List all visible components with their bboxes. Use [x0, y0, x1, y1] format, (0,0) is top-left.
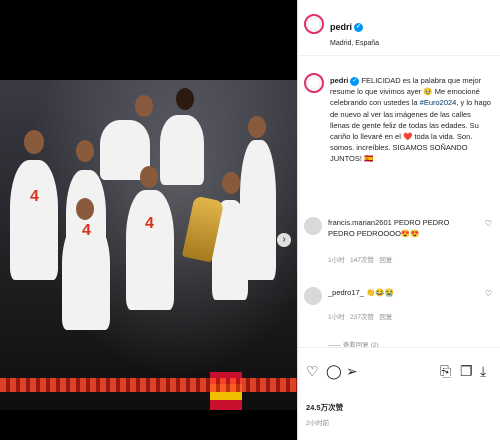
- player-head: [135, 95, 153, 117]
- author-username-text[interactable]: pedri: [330, 22, 352, 32]
- verified-icon: ✓: [350, 76, 360, 86]
- author-avatar[interactable]: [304, 14, 324, 34]
- player-head: [76, 198, 94, 220]
- player-head: [222, 172, 240, 194]
- player-figure: [10, 160, 58, 280]
- comment-likes[interactable]: 147次赞: [350, 257, 374, 264]
- share-icon[interactable]: ➢: [346, 364, 358, 378]
- bookmark-icon[interactable]: ⎘: [440, 364, 451, 378]
- hashtag-link[interactable]: #Euro2024: [420, 98, 457, 107]
- reply-button[interactable]: 回复: [379, 314, 392, 321]
- post-location[interactable]: Madrid, España: [330, 40, 379, 47]
- comment-meta: 1小时 237次赞 回复: [328, 311, 392, 321]
- comment-like-icon[interactable]: ♡: [485, 289, 492, 298]
- comment-time: 1小时: [328, 314, 345, 321]
- comment-meta: 1小时 147次赞 回复: [328, 254, 392, 264]
- view-replies-link[interactable]: —— 查看回复 (2): [328, 339, 379, 347]
- like-icon[interactable]: ♡: [306, 364, 319, 378]
- post-image[interactable]: 4 4 4 ›: [0, 80, 297, 410]
- player-figure: [126, 190, 174, 310]
- comment-likes[interactable]: 237次赞: [350, 314, 374, 321]
- player-head: [24, 130, 44, 154]
- jersey-number: 4: [145, 215, 154, 232]
- reply-button[interactable]: 回复: [379, 257, 392, 264]
- download-icon[interactable]: ⤓: [480, 364, 486, 378]
- caption-part2: , y lo hago de nuevo al ver las imágenes…: [330, 98, 491, 164]
- comment-time: 1小时: [328, 257, 345, 264]
- caption-text: pedri ✓ FELICIDAD es la palabra que mejor…: [330, 75, 492, 165]
- copy-icon[interactable]: ❐: [460, 364, 473, 378]
- commenter-avatar[interactable]: [304, 287, 322, 305]
- stage-lights: [0, 378, 297, 392]
- verified-icon: ✓: [354, 23, 364, 33]
- post-details-panel: pedri ✓ Madrid, España pedri ✓ FELICIDAD e…: [297, 0, 500, 440]
- comment-text: francis.marian2601 PEDRO PEDRO PEDRO PED…: [328, 218, 450, 238]
- post-header: pedri ✓ Madrid, España: [298, 0, 500, 56]
- comment-text: _pedro17_ 👏😂😭: [328, 288, 394, 297]
- next-image-button[interactable]: ›: [277, 233, 291, 247]
- caption-avatar[interactable]: [304, 73, 324, 93]
- player-head: [76, 140, 94, 162]
- caption-username[interactable]: pedri: [330, 76, 348, 85]
- player-head: [140, 166, 158, 188]
- post-time: 2小时前: [306, 420, 330, 427]
- likes-count[interactable]: 24.5万次赞: [306, 402, 343, 413]
- action-bar: ♡ ◯ ➢ ⎘ ❐ ⤓: [298, 347, 500, 397]
- player-figure: [240, 140, 276, 280]
- player-figure: [160, 115, 204, 185]
- comments-section[interactable]: pedri ✓ FELICIDAD es la palabra que mejor…: [298, 57, 500, 347]
- player-head: [176, 88, 194, 110]
- author-username[interactable]: pedri ✓: [330, 22, 364, 33]
- jersey-number: 4: [82, 222, 91, 239]
- player-head: [248, 116, 266, 138]
- comment-icon[interactable]: ◯: [326, 364, 342, 378]
- jersey-number: 4: [30, 188, 39, 205]
- commenter-avatar[interactable]: [304, 217, 322, 235]
- comment-like-icon[interactable]: ♡: [485, 219, 492, 228]
